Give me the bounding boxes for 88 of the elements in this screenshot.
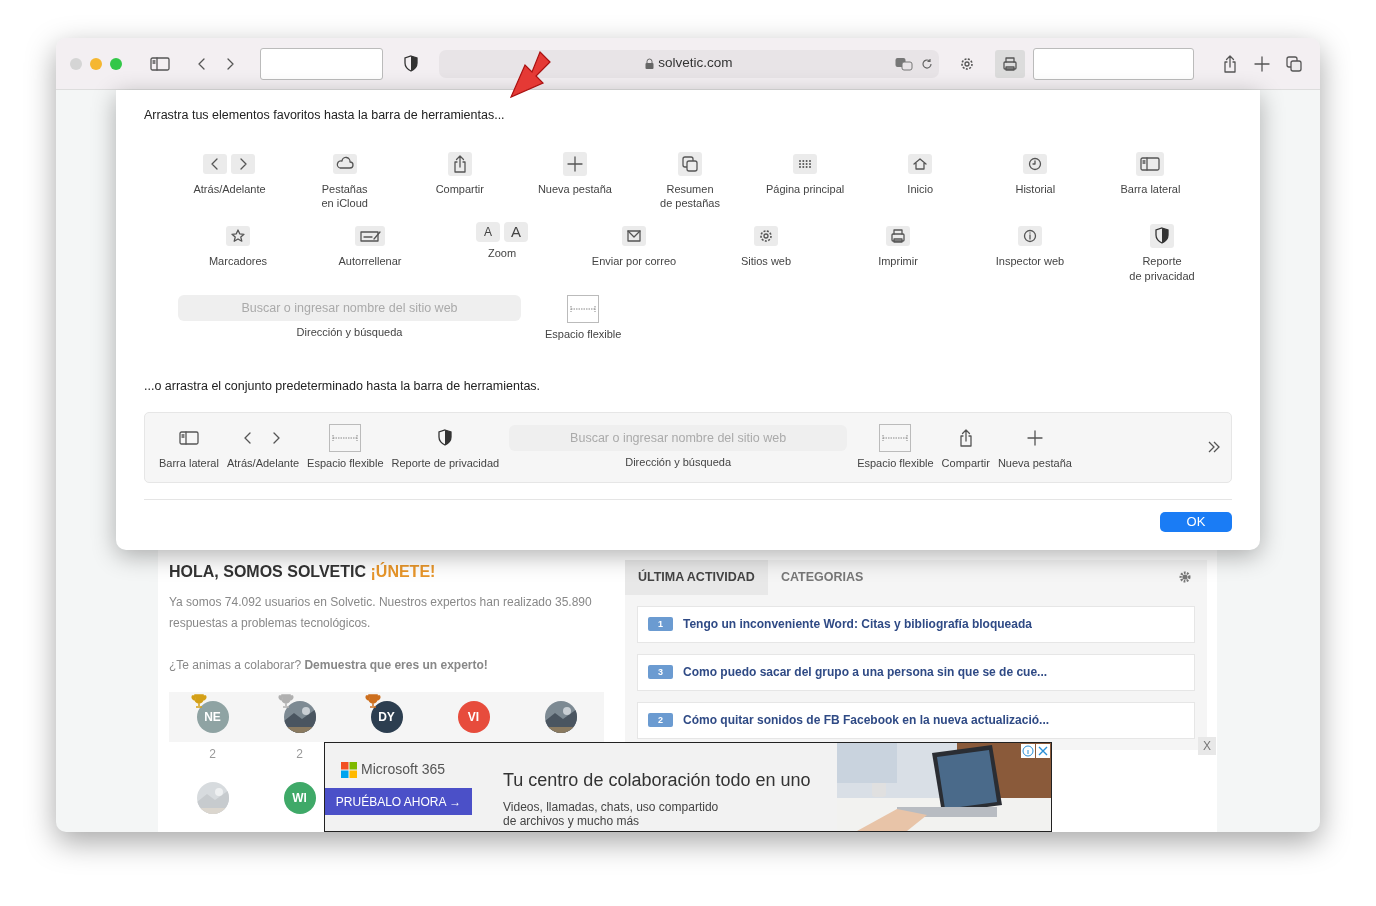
activity-title[interactable]: Cómo quitar sonidos de FB Facebook en la nueva actualizació... xyxy=(683,711,1050,730)
cloud-icon xyxy=(332,153,357,174)
activity-item[interactable]: 1 Tengo un inconveniente Word: Citas y bibliografía bloqueada xyxy=(637,605,1195,643)
translate-icon[interactable] xyxy=(895,56,914,71)
clock-icon xyxy=(1023,153,1048,174)
gear-icon xyxy=(754,226,778,247)
lock-icon xyxy=(645,58,655,69)
chevron-icon[interactable] xyxy=(1207,441,1221,454)
item-label: Espacio flexible xyxy=(545,326,622,342)
settings-icon[interactable] xyxy=(1179,571,1191,584)
ad-headline: Tu centro de colaboración todo en uno xyxy=(503,769,811,792)
mail-icon xyxy=(622,226,646,247)
item-label: Reporte de privacidad xyxy=(1129,254,1195,283)
item-label: Dirección y búsqueda xyxy=(296,324,403,340)
address-text: solvetic.com xyxy=(658,54,733,73)
autofill-icon xyxy=(355,226,385,247)
answer-count: 3 xyxy=(648,665,673,680)
default-toolbar-set[interactable]: Barra lateral Atrás/Adelante Espacio flexible Reporte de privacidad Buscar o ingresar nombre del sitio web Dirección y búsqueda Espacio flexible Compartir Nueva pestaña xyxy=(144,412,1232,483)
tabs-icon xyxy=(678,151,702,176)
item-label: Atrás/Adelante xyxy=(226,456,300,471)
home-icon xyxy=(908,153,933,174)
invite-text: ¿Te animas a colaborar? Demuestra que eres un experto! xyxy=(169,657,489,674)
annotation-arrow xyxy=(508,50,552,100)
flexible-space-icon xyxy=(879,424,912,453)
reload-icon[interactable] xyxy=(921,57,934,70)
item-label: Reporte de privacidad xyxy=(391,456,500,471)
sheet-heading: Arrastra tus elementos favoritos hasta la barra de herramientas... xyxy=(144,107,506,124)
flexible-space-icon xyxy=(329,424,362,453)
ad-text: Videos, llamadas, chats, uso compartido de archivos y mucho más xyxy=(503,800,720,829)
item-label: Imprimir xyxy=(878,254,918,269)
ok-button[interactable]: OK xyxy=(1160,512,1232,532)
item-label: Dirección y búsqueda xyxy=(625,455,732,470)
shield-icon xyxy=(1150,224,1174,249)
avatar[interactable]: DY xyxy=(370,701,403,733)
score: 2 xyxy=(208,745,217,763)
item-label: Enviar por correo xyxy=(591,254,677,269)
item-label: Sitios web xyxy=(740,254,792,269)
activity-title[interactable]: Como puedo sacar del grupo a una persona sin que se de cue... xyxy=(683,663,1048,682)
back-forward-icon xyxy=(202,153,257,174)
zoom-key: A xyxy=(504,222,528,243)
sidebar-icon xyxy=(1136,151,1165,176)
flexible-space-icon xyxy=(567,294,600,323)
item-label: Marcadores xyxy=(208,254,268,269)
item-label: Historial xyxy=(1015,181,1056,197)
cta-button[interactable]: PRUÉBALO AHORA → xyxy=(325,788,472,815)
item-label: Inicio xyxy=(907,181,934,197)
zoom-key: A xyxy=(476,222,500,243)
item-label: Zoom xyxy=(487,246,517,261)
item-label: Compartir xyxy=(941,456,990,471)
ad-banner[interactable]: Microsoft 365 PRUÉBALO AHORA → Tu centro de colaboración todo en uno Videos, llamadas, chats, uso compartido de archivos y mucho más xyxy=(324,742,1052,832)
item-label: Barra lateral xyxy=(159,456,219,471)
brand-name: Microsoft 365 xyxy=(361,760,446,779)
activity-item[interactable]: 3 Como puedo sacar del grupo a una persona sin que se de cue... xyxy=(637,653,1195,691)
close-button[interactable]: X xyxy=(1198,737,1216,755)
activity-title[interactable]: Tengo un inconveniente Word: Citas y bibliografía bloqueada xyxy=(683,615,1032,634)
answer-count: 1 xyxy=(648,617,673,632)
info-icon[interactable] xyxy=(1021,744,1035,758)
answer-count: 2 xyxy=(648,713,673,728)
item-label: Espacio flexible xyxy=(307,456,384,471)
score: 2 xyxy=(295,745,304,763)
item-label: Espacio flexible xyxy=(857,456,934,471)
close-icon[interactable] xyxy=(1036,744,1050,758)
avatar[interactable]: VI xyxy=(457,701,490,733)
sheet-subheading: ...o arrastra el conjunto predeterminado hasta la barra de herramientas. xyxy=(144,378,542,396)
info-icon xyxy=(1018,226,1042,247)
item-label: Página principal xyxy=(765,181,845,197)
item-label: Resumen de pestañas xyxy=(660,181,720,211)
welcome-title: HOLA, SOMOS SOLVETIC ¡ÚNETE! xyxy=(169,561,437,582)
item-label: Autorrellenar xyxy=(338,254,402,269)
tab[interactable]: CATEGORIAS xyxy=(767,560,877,595)
item-label: Nueva pestaña xyxy=(537,181,612,197)
share-icon xyxy=(447,151,472,176)
activity-item[interactable]: 2 Cómo quitar sonidos de FB Facebook en la nueva actualizació... xyxy=(637,701,1195,739)
plus-icon xyxy=(562,151,587,176)
welcome-text: Ya somos 74.092 usuarios en Solvetic. Nuestros expertos han realizado 35.890 respuestas a problemas tecnológicos. xyxy=(169,594,593,632)
tab[interactable]: ÚLTIMA ACTIVIDAD xyxy=(625,560,768,595)
item-label: Atrás/Adelante xyxy=(193,181,266,197)
printer-icon xyxy=(886,226,910,247)
item-label: Inspector web xyxy=(995,254,1065,269)
window-control[interactable] xyxy=(110,57,122,70)
address-bar[interactable]: solvetic.com xyxy=(438,49,940,78)
item-label: Pestañas en iCloud xyxy=(321,181,368,211)
printer-icon xyxy=(995,49,1026,78)
grid-icon xyxy=(793,153,818,174)
item-label: Compartir xyxy=(435,181,484,197)
item-label: Barra lateral xyxy=(1120,181,1181,197)
logo-icon xyxy=(341,761,357,778)
item-label: Nueva pestaña xyxy=(997,456,1072,471)
